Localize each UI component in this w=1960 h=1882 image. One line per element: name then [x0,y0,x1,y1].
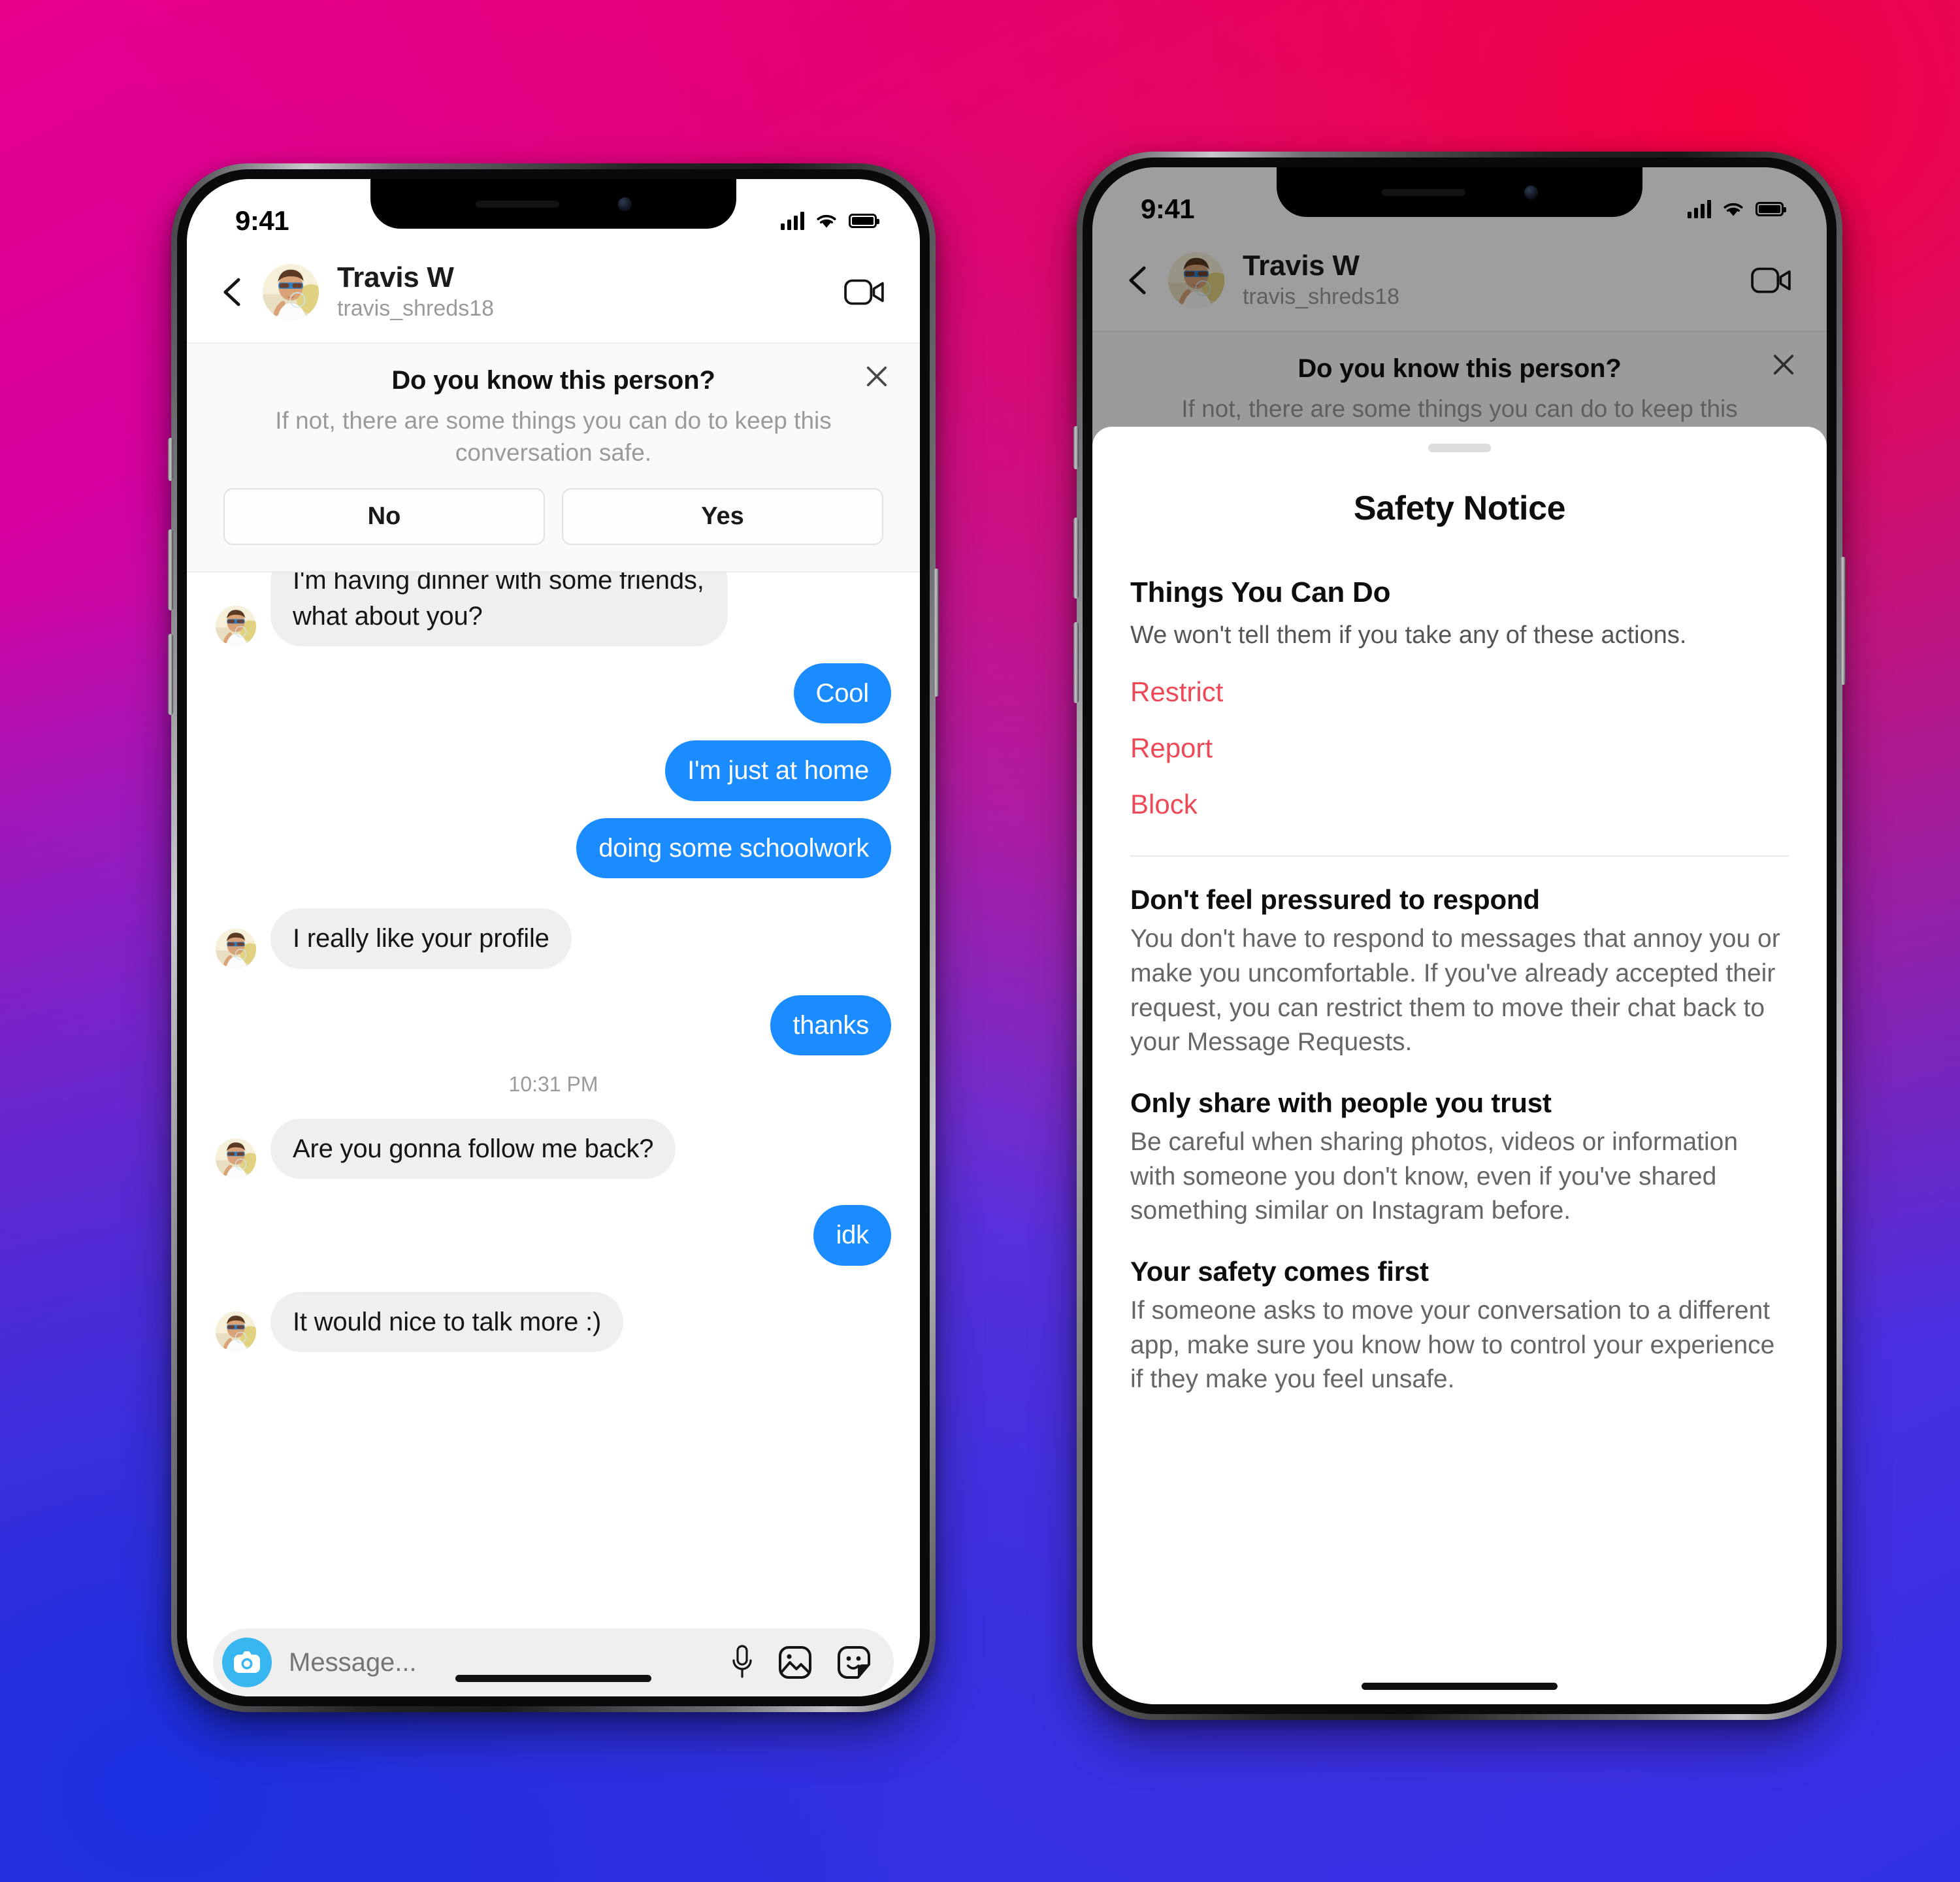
message-row: Cool [216,663,891,724]
status-icons [1688,200,1786,218]
yes-button[interactable]: Yes [562,488,883,546]
header-text: Travis W travis_shreds18 [337,261,844,323]
message-row: I'm having dinner with some friends, wha… [216,572,891,646]
message-bubble[interactable]: idk [813,1205,891,1266]
notch [1277,167,1642,217]
sticker-icon[interactable] [836,1645,872,1680]
message-bubble[interactable]: doing some schoolwork [576,817,891,879]
power-button[interactable] [934,569,939,697]
volume-down-button[interactable] [1073,622,1079,703]
sheet-title: Safety Notice [1353,489,1566,527]
message-input[interactable] [289,1647,730,1677]
back-chevron-icon[interactable] [216,274,251,310]
message-avatar [216,605,256,646]
earpiece-speaker [1381,188,1465,196]
safety-tip: Your safety comes first If someone asks … [1130,1256,1789,1397]
safety-notice-sheet: Safety Notice Things You Can Do We won't… [1092,427,1827,1704]
restrict-action[interactable]: Restrict [1130,652,1789,708]
avatar[interactable] [263,263,319,320]
message-bubble[interactable]: thanks [770,995,891,1055]
battery-icon [849,214,879,228]
banner-actions: No Yes [223,488,883,546]
safety-tip-heading: Your safety comes first [1130,1255,1429,1287]
message-row: doing some schoolwork [216,817,891,879]
front-camera [1524,185,1538,199]
home-indicator[interactable] [1362,1683,1558,1690]
volume-up-button[interactable] [168,529,173,610]
contact-name: Travis W [337,261,454,293]
safety-tip: Don't feel pressured to respond You don'… [1130,884,1789,1060]
message-row: I really like your profile [216,908,891,969]
phone-right: 9:41 Travis W travis_shreds18 Do you kno… [1073,152,1846,1720]
message-bubble[interactable]: It would nice to talk more :) [270,1291,624,1353]
message-avatar [216,1138,256,1180]
volume-down-button[interactable] [168,634,173,715]
camera-icon[interactable] [222,1638,272,1687]
safety-tip: Only share with people you trust Be care… [1130,1087,1789,1229]
status-time: 9:41 [235,205,289,236]
screen-left: 9:41 Travis W travis_shreds18 Do you kno… [187,179,920,1696]
message-bubble[interactable]: I really like your profile [270,908,572,969]
message-row: It would nice to talk more :) [216,1291,891,1353]
sheet-divider [1130,855,1789,857]
things-you-can-do-heading: Things You Can Do [1130,576,1391,608]
message-bubble[interactable]: Are you gonna follow me back? [270,1118,676,1180]
power-button[interactable] [1840,557,1846,685]
wifi-icon [1723,203,1743,216]
battery-icon [1756,202,1786,216]
phone-bezel: 9:41 Travis W travis_shreds18 Do you kno… [1083,157,1837,1714]
contact-username: travis_shreds18 [337,296,495,322]
things-you-can-do-subtitle: We won't tell them if you take any of th… [1130,621,1687,649]
gradient-background: 9:41 Travis W travis_shreds18 Do you kno… [0,0,1960,1882]
no-button[interactable]: No [223,488,545,546]
status-time: 9:41 [1141,193,1195,224]
safety-tip-body: You don't have to respond to messages th… [1130,925,1780,1057]
sheet-drag-handle[interactable] [1428,444,1491,452]
message-row: idk [216,1205,891,1266]
conversation-timestamp: 10:31 PM [508,1072,598,1096]
notch [370,179,736,229]
message-avatar [216,1312,256,1353]
composer-icons [730,1643,872,1681]
volume-up-button[interactable] [1073,518,1079,599]
message-bubble[interactable]: Cool [793,663,891,724]
composer-bar [213,1628,894,1696]
wifi-icon [817,214,836,228]
photo-icon[interactable] [777,1645,813,1680]
message-avatar [216,928,256,969]
microphone-icon[interactable] [730,1643,754,1681]
screen-right: 9:41 Travis W travis_shreds18 Do you kno… [1092,167,1827,1704]
phone-left: 9:41 Travis W travis_shreds18 Do you kno… [168,163,939,1712]
message-bubble[interactable]: I'm having dinner with some friends, wha… [270,572,728,646]
close-icon[interactable] [862,362,891,391]
message-composer [187,1614,920,1696]
chat-header: Travis W travis_shreds18 [187,250,920,344]
front-camera [617,197,632,211]
silent-switch[interactable] [1073,426,1079,469]
message-bubble[interactable]: I'm just at home [665,740,891,801]
safety-tip-heading: Only share with people you trust [1130,1087,1552,1118]
silent-switch[interactable] [168,438,173,481]
home-indicator[interactable] [455,1675,651,1682]
know-person-banner: Do you know this person? If not, there a… [187,343,920,573]
message-row: I'm just at home [216,740,891,801]
report-action[interactable]: Report [1130,708,1789,764]
safety-tip-heading: Don't feel pressured to respond [1130,884,1540,916]
message-row: Are you gonna follow me back? [216,1118,891,1180]
status-icons [781,212,879,230]
banner-subtitle: If not, there are some things you can do… [275,406,832,466]
safety-tip-body: If someone asks to move your conversatio… [1130,1296,1775,1394]
block-action[interactable]: Block [1130,764,1789,820]
safety-tip-body: Be careful when sharing photos, videos o… [1130,1127,1739,1225]
video-camera-icon[interactable] [844,278,885,306]
phone-bezel: 9:41 Travis W travis_shreds18 Do you kno… [177,169,930,1706]
cellular-signal-icon [1688,200,1711,218]
message-row: thanks [216,995,891,1055]
banner-title: Do you know this person? [391,365,715,395]
earpiece-speaker [475,200,559,208]
cellular-signal-icon [781,212,804,230]
message-list[interactable]: I'm having dinner with some friends, wha… [187,572,920,1436]
